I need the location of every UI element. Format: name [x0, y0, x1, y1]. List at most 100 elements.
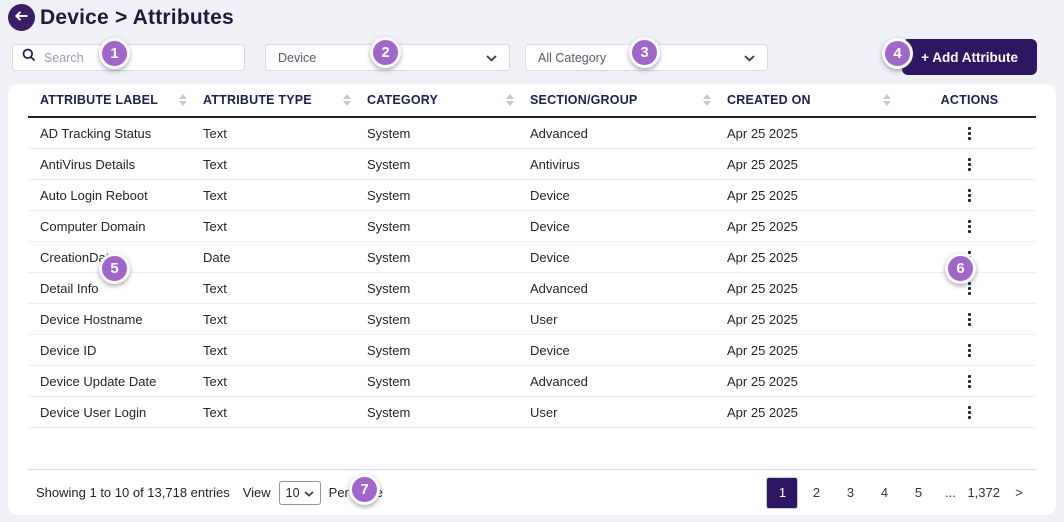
created-on-cell: Apr 25 2025 [727, 156, 798, 172]
column-header-attribute-type[interactable]: ATTRIBUTE TYPE [203, 93, 367, 107]
table-row: CreationDate Date System Device Apr 25 2… [28, 242, 1036, 273]
category-cell: System [367, 404, 411, 420]
attribute-label-cell: AD Tracking Status [40, 125, 152, 141]
kebab-dot [968, 353, 971, 357]
attribute-label-cell: Device Update Date [40, 373, 157, 389]
next-page-button[interactable]: > [1004, 478, 1034, 508]
category-cell: System [367, 280, 411, 296]
section-group-cell: Device [530, 342, 570, 358]
section-group-cell: Device [530, 249, 570, 265]
sort-up-triangle [506, 94, 514, 99]
actions-cell [907, 218, 1032, 235]
row-actions-kebab-icon[interactable] [960, 156, 979, 173]
view-label: View [242, 485, 271, 500]
attributes-page: Device > Attributes Device All Category … [0, 0, 1064, 522]
section-group-cell: Advanced [530, 125, 588, 141]
kebab-dot [968, 193, 971, 197]
actions-cell [907, 311, 1032, 328]
kebab-dot [968, 374, 971, 378]
table-row: Computer Domain Text System Device Apr 2… [28, 211, 1036, 242]
kebab-dot [968, 384, 971, 388]
add-attribute-button[interactable]: + Add Attribute [902, 39, 1037, 75]
page-button-1[interactable]: 1 [767, 477, 798, 508]
table-footer: Showing 1 to 10 of 13,718 entries View 1… [28, 469, 1036, 515]
table-row: Device Hostname Text System User Apr 25 … [28, 304, 1036, 335]
row-actions-kebab-icon[interactable] [960, 404, 979, 421]
module-select-value: Device [278, 50, 317, 65]
table-row: AD Tracking Status Text System Advanced … [28, 118, 1036, 149]
table-header-row: ATTRIBUTE LABEL ATTRIBUTE TYPE CATEGORY … [28, 84, 1036, 118]
kebab-dot [968, 157, 971, 161]
row-actions-kebab-icon[interactable] [960, 373, 979, 390]
pagination: 1 2 3 4 5 ... 1,372 > [763, 477, 1034, 508]
column-header-attribute-label[interactable]: ATTRIBUTE LABEL [40, 93, 203, 107]
column-label: CATEGORY [367, 93, 439, 107]
kebab-dot [968, 343, 971, 347]
page-button-2[interactable]: 2 [801, 478, 831, 508]
page-button-4[interactable]: 4 [869, 478, 899, 508]
created-on-cell: Apr 25 2025 [727, 311, 798, 327]
row-actions-kebab-icon[interactable] [960, 218, 979, 235]
actions-cell [907, 373, 1032, 390]
arrow-left-icon [14, 9, 29, 27]
attribute-label-cell: AntiVirus Details [40, 156, 136, 172]
section-group-cell: Advanced [530, 373, 588, 389]
kebab-dot [968, 286, 971, 290]
per-page-value: 10 [285, 485, 300, 500]
created-on-cell: Apr 25 2025 [727, 404, 798, 420]
row-actions-kebab-icon[interactable] [960, 311, 979, 328]
annotation-badge-2: 2 [370, 37, 401, 68]
category-cell: System [367, 125, 411, 141]
sort-down-triangle [883, 101, 891, 106]
attribute-type-cell: Text [203, 156, 227, 172]
kebab-dot [968, 379, 971, 383]
attribute-label-cell: Device Hostname [40, 311, 143, 327]
actions-cell [907, 404, 1032, 421]
category-cell: System [367, 249, 411, 265]
attribute-type-cell: Text [203, 187, 227, 203]
attribute-label-cell: Device ID [40, 342, 97, 358]
back-button[interactable] [8, 4, 35, 31]
row-actions-kebab-icon[interactable] [960, 187, 979, 204]
category-cell: System [367, 156, 411, 172]
sort-icon [883, 94, 891, 106]
annotation-badge-5: 5 [99, 253, 130, 284]
search-input[interactable] [44, 50, 235, 65]
page-button-3[interactable]: 3 [835, 478, 865, 508]
column-label: SECTION/GROUP [530, 93, 638, 107]
attribute-type-cell: Text [203, 125, 227, 141]
search-icon [22, 48, 36, 67]
kebab-dot [968, 348, 971, 352]
actions-cell [907, 156, 1032, 173]
column-header-section-group[interactable]: SECTION/GROUP [530, 93, 727, 107]
per-page-select[interactable]: 10 [278, 480, 321, 505]
category-cell: System [367, 187, 411, 203]
row-actions-kebab-icon[interactable] [960, 125, 979, 142]
annotation-badge-1: 1 [99, 38, 130, 69]
sort-up-triangle [179, 94, 187, 99]
attribute-type-cell: Date [203, 249, 231, 265]
column-header-category[interactable]: CATEGORY [367, 93, 530, 107]
section-group-cell: User [530, 311, 558, 327]
kebab-dot [968, 317, 971, 321]
attribute-type-cell: Text [203, 218, 227, 234]
kebab-dot [968, 136, 971, 140]
kebab-dot [968, 415, 971, 419]
column-header-created-on[interactable]: CREATED ON [727, 93, 907, 107]
page-button-5[interactable]: 5 [903, 478, 933, 508]
attribute-type-cell: Text [203, 404, 227, 420]
page-header: Device > Attributes [8, 4, 234, 31]
kebab-dot [968, 162, 971, 166]
section-group-cell: User [530, 404, 558, 420]
kebab-dot [968, 131, 971, 135]
annotation-badge-7: 7 [349, 474, 380, 505]
page-button-last[interactable]: 1,372 [967, 478, 1000, 508]
kebab-dot [968, 219, 971, 223]
sort-up-triangle [883, 94, 891, 99]
kebab-dot [968, 281, 971, 285]
column-label: CREATED ON [727, 93, 811, 107]
kebab-dot [968, 188, 971, 192]
kebab-dot [968, 405, 971, 409]
row-actions-kebab-icon[interactable] [960, 342, 979, 359]
kebab-dot [968, 250, 971, 254]
